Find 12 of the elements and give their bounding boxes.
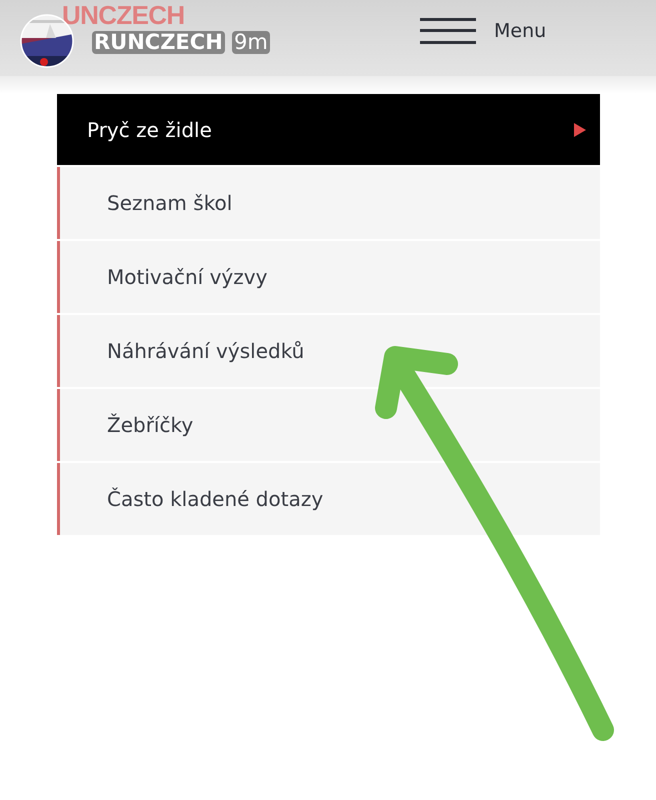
- menu-header[interactable]: Pryč ze židle: [57, 94, 600, 165]
- menu-item[interactable]: Motivační výzvy: [57, 241, 600, 313]
- menu-button[interactable]: Menu: [420, 14, 546, 48]
- menu-item[interactable]: Náhrávání výsledků: [57, 315, 600, 387]
- menu-title: Pryč ze židle: [87, 116, 212, 144]
- account-name[interactable]: RUNCZECH: [92, 31, 225, 54]
- menu-item[interactable]: Seznam škol: [57, 167, 600, 239]
- post-age: 9m: [232, 31, 270, 54]
- menu-icon: [420, 18, 476, 44]
- menu-item[interactable]: Žebříčky: [57, 389, 600, 461]
- menu-item[interactable]: Často kladené dotazy: [57, 463, 600, 535]
- logo: UNCZECH: [62, 2, 185, 28]
